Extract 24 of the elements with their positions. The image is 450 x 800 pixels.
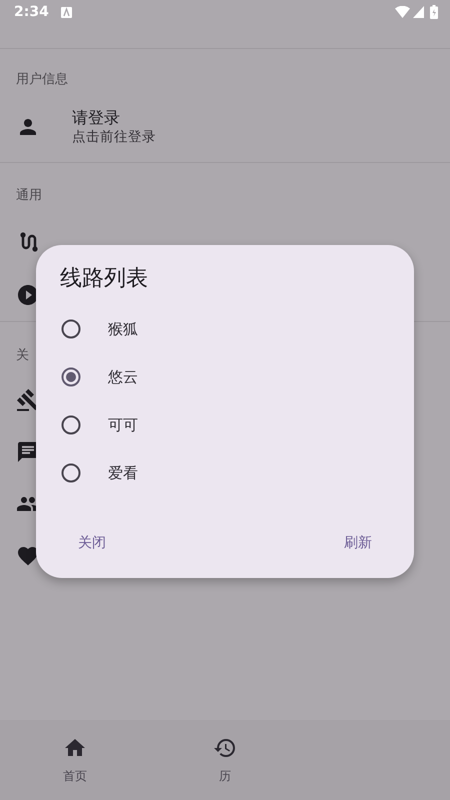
battery-icon xyxy=(430,5,438,19)
option-label[interactable]: 猴狐 xyxy=(108,320,138,338)
history-icon xyxy=(213,736,237,760)
nav-label[interactable]: 首页 xyxy=(63,768,87,784)
section-header: 关 xyxy=(16,347,29,365)
signal-icon xyxy=(413,6,424,18)
option-label[interactable]: 可可 xyxy=(108,416,138,434)
status-time: 2:34 xyxy=(14,4,49,20)
wifi-icon xyxy=(395,6,410,18)
close-button[interactable]: 关闭 xyxy=(60,526,124,560)
radio-button[interactable] xyxy=(61,415,81,435)
dialog-title: 线路列表 xyxy=(60,265,148,293)
radio-button[interactable] xyxy=(61,367,81,387)
nav-label[interactable]: 历 xyxy=(219,768,231,784)
refresh-button[interactable]: 刷新 xyxy=(326,526,390,560)
section-header: 用户信息 xyxy=(16,71,68,89)
radio-button[interactable] xyxy=(61,463,81,483)
option-label[interactable]: 爱看 xyxy=(108,464,138,482)
login-title[interactable]: 请登录 xyxy=(72,108,156,128)
login-subtitle: 点击前往登录 xyxy=(72,128,156,146)
notification-icon xyxy=(60,6,72,18)
option-label[interactable]: 悠云 xyxy=(108,368,138,386)
radio-button[interactable] xyxy=(61,319,81,339)
section-header: 通用 xyxy=(16,187,42,205)
